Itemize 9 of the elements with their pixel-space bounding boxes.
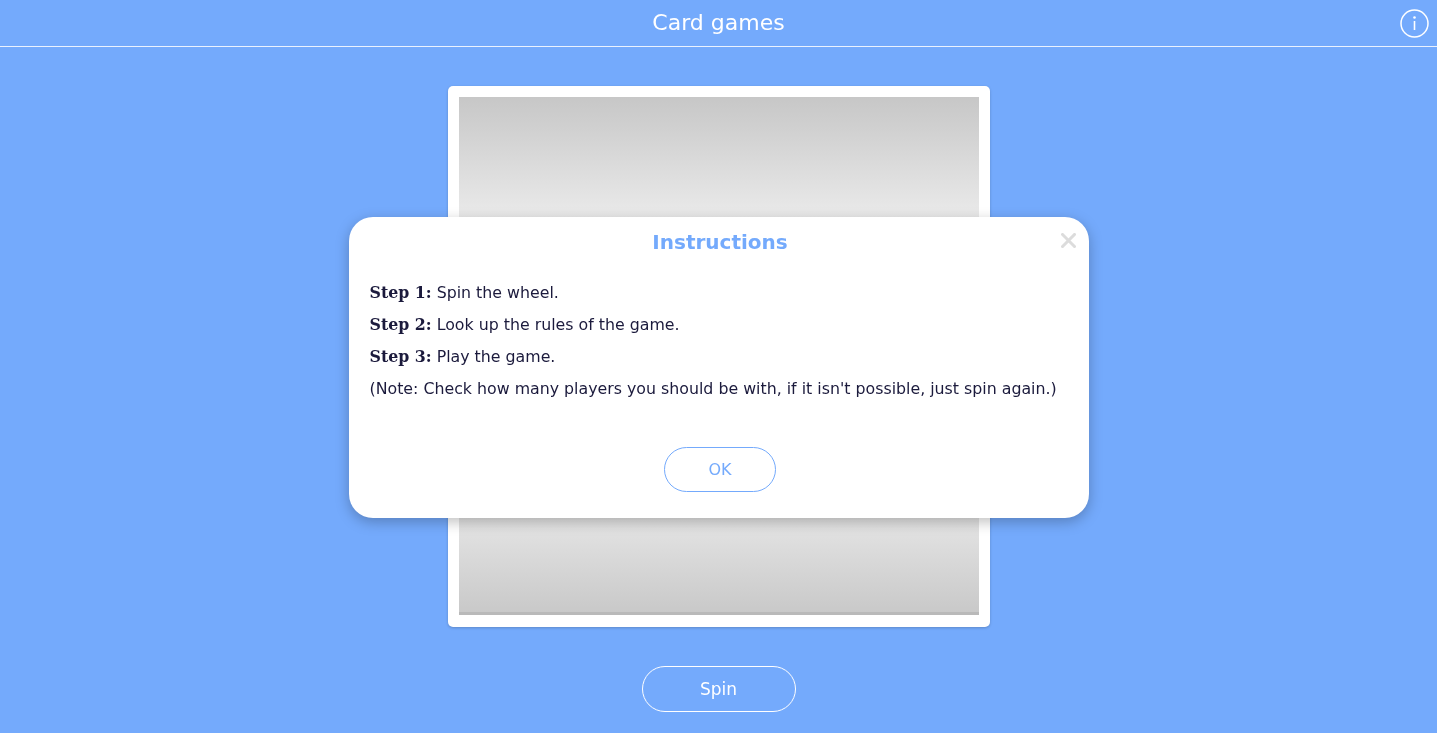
instruction-text: (Note: Check how many players you should be with, if it isn't possible, just spin again.) — [369, 378, 1057, 400]
ok-button[interactable]: OK — [664, 447, 776, 492]
info-icon[interactable] — [1400, 9, 1429, 38]
dialog-title: Instructions — [652, 229, 788, 255]
page-title: Card games — [652, 9, 785, 37]
instruction-text: Step 2: Look up the rules of the game. — [369, 314, 680, 336]
instruction-text: Step 1: Spin the wheel. — [369, 282, 559, 304]
close-icon[interactable] — [1060, 233, 1076, 248]
instruction-text: Step 3: Play the game. — [369, 346, 556, 368]
